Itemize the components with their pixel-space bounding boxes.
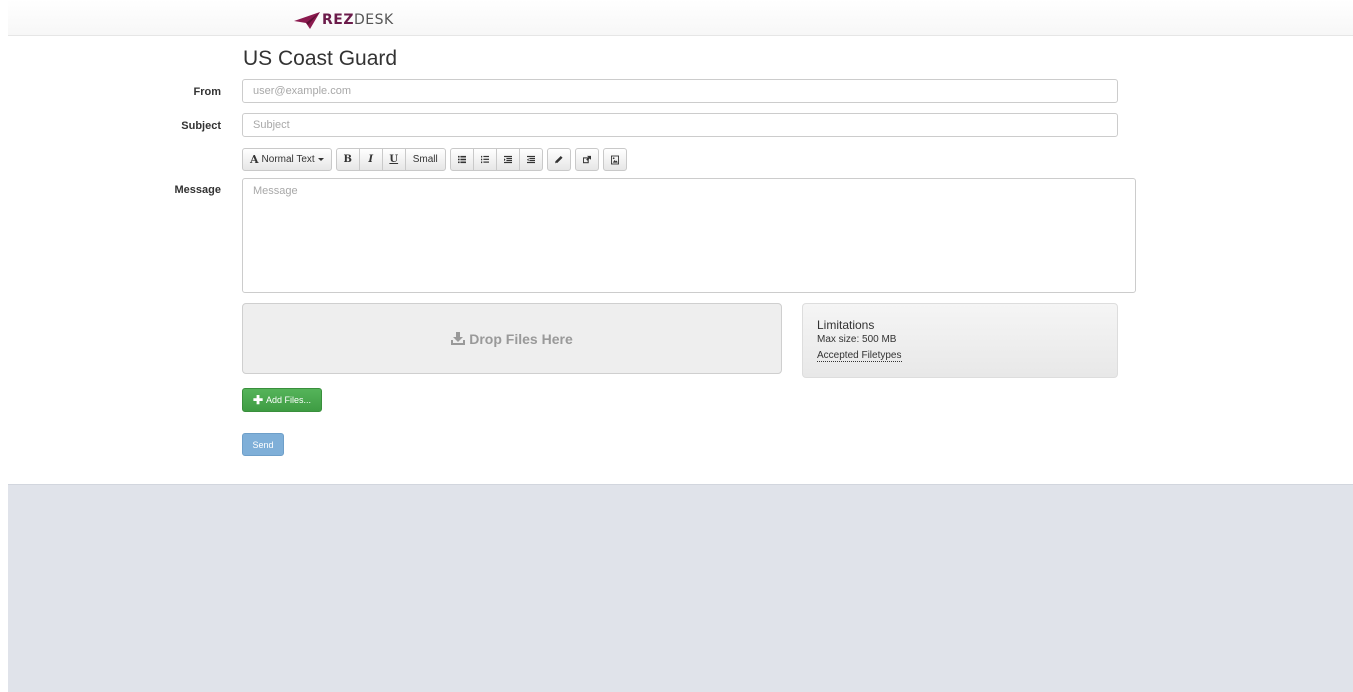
- logo-text-bold: REZ: [322, 12, 354, 28]
- send-button[interactable]: Send: [242, 433, 284, 456]
- pencil-button[interactable]: [546, 148, 571, 171]
- max-size-text: Max size: 500 MB: [817, 334, 897, 345]
- drop-files-zone[interactable]: Drop Files Here: [242, 303, 782, 374]
- subject-label: Subject: [181, 120, 221, 132]
- from-label: From: [193, 86, 222, 98]
- link-button[interactable]: [574, 148, 599, 171]
- link-group: [574, 148, 599, 171]
- add-files-button[interactable]: ✚ Add Files...: [242, 388, 322, 412]
- from-email-input[interactable]: [242, 79, 1118, 103]
- text-format-group: B I U Small: [335, 148, 446, 171]
- image-button[interactable]: [602, 148, 627, 171]
- limitations-panel: Limitations Max size: 500 MB Accepted Fi…: [802, 303, 1118, 378]
- paper-plane-icon: [294, 11, 320, 29]
- pencil-group: [546, 148, 571, 171]
- ordered-list-icon: [480, 155, 489, 164]
- bold-button[interactable]: B: [335, 148, 360, 171]
- small-button[interactable]: Small: [404, 148, 446, 171]
- limitations-title: Limitations: [817, 318, 875, 332]
- image-icon: [610, 155, 619, 164]
- ordered-list-button[interactable]: [472, 148, 497, 171]
- font-style-group: A Normal Text: [242, 148, 332, 171]
- font-style-label: Normal Text: [261, 154, 315, 165]
- font-style-dropdown[interactable]: A Normal Text: [242, 148, 332, 171]
- italic-button[interactable]: I: [358, 148, 383, 171]
- list-group: [449, 148, 543, 171]
- unordered-list-button[interactable]: [449, 148, 474, 171]
- editor-toolbar: A Normal Text B I U Small: [242, 148, 631, 171]
- outdent-button[interactable]: [495, 148, 520, 171]
- image-group: [602, 148, 627, 171]
- download-icon: [451, 332, 466, 345]
- page-title: US Coast Guard: [243, 47, 398, 70]
- outdent-icon: [503, 155, 512, 164]
- plus-icon: ✚: [252, 393, 264, 407]
- message-textarea[interactable]: [242, 178, 1136, 293]
- logo-text-light: DESK: [354, 12, 394, 28]
- rezdesk-logo[interactable]: REZDESK: [294, 11, 394, 29]
- logo-text: REZDESK: [322, 12, 394, 28]
- unordered-list-icon: [457, 155, 466, 164]
- drop-files-label: Drop Files Here: [469, 330, 573, 347]
- add-files-label: Add Files...: [266, 395, 312, 405]
- link-icon: [582, 155, 591, 164]
- top-navbar: REZDESK: [8, 0, 1353, 36]
- footer-band: [8, 484, 1353, 692]
- pencil-icon: [554, 155, 563, 164]
- underline-button[interactable]: U: [381, 148, 406, 171]
- caret-down-icon: [317, 158, 324, 161]
- indent-button[interactable]: [518, 148, 543, 171]
- subject-input[interactable]: [242, 113, 1118, 137]
- font-icon: A: [250, 153, 259, 166]
- accepted-filetypes-link[interactable]: Accepted Filetypes: [817, 350, 902, 362]
- message-label: Message: [174, 184, 221, 196]
- indent-icon: [526, 155, 535, 164]
